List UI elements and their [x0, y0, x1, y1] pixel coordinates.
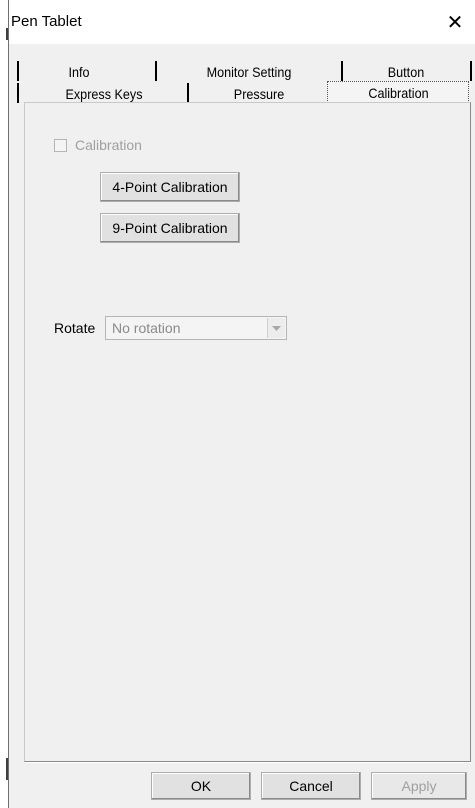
- chevron-down-icon[interactable]: [267, 318, 285, 338]
- tab-monitor-setting[interactable]: Monitor Setting: [168, 62, 330, 82]
- tab-pressure[interactable]: Pressure: [198, 84, 320, 104]
- tab-express-keys-label: Express Keys: [65, 86, 143, 102]
- tab-divider: [470, 61, 472, 81]
- tab-info-label: Info: [68, 64, 90, 80]
- ok-button[interactable]: OK: [151, 772, 251, 800]
- close-button[interactable]: ✕: [440, 8, 470, 36]
- tab-button-label: Button: [387, 64, 425, 80]
- divider: [24, 762, 471, 763]
- tab-divider: [187, 83, 189, 103]
- rotate-select-value: No rotation: [112, 320, 181, 336]
- background-edge: [0, 0, 8, 808]
- calibration-checkbox-row[interactable]: Calibration: [54, 137, 142, 153]
- tab-button[interactable]: Button: [351, 62, 461, 82]
- cancel-button[interactable]: Cancel: [261, 772, 361, 800]
- four-point-calibration-button[interactable]: 4-Point Calibration: [100, 172, 240, 202]
- tab-info[interactable]: Info: [25, 62, 133, 82]
- tab-calibration-label: Calibration: [367, 84, 429, 101]
- title-bar: Pen Tablet ✕: [9, 0, 475, 44]
- tab-divider: [17, 61, 19, 81]
- apply-button[interactable]: Apply: [371, 772, 467, 800]
- tab-divider: [17, 83, 19, 103]
- tab-divider: [155, 61, 157, 81]
- nine-point-calibration-button[interactable]: 9-Point Calibration: [100, 213, 240, 243]
- tab-monitor-setting-label: Monitor Setting: [206, 64, 292, 80]
- calibration-checkbox[interactable]: [54, 138, 67, 152]
- rotate-select[interactable]: No rotation: [105, 316, 287, 340]
- tab-calibration[interactable]: Calibration: [327, 81, 469, 103]
- rotate-label: Rotate: [54, 320, 96, 336]
- calibration-panel: [24, 102, 471, 762]
- tab-express-keys[interactable]: Express Keys: [28, 84, 181, 104]
- close-icon: ✕: [446, 11, 464, 34]
- tab-divider: [341, 61, 343, 81]
- tab-pressure-label: Pressure: [233, 86, 285, 102]
- window-title: Pen Tablet: [11, 13, 82, 30]
- calibration-checkbox-label: Calibration: [75, 137, 142, 153]
